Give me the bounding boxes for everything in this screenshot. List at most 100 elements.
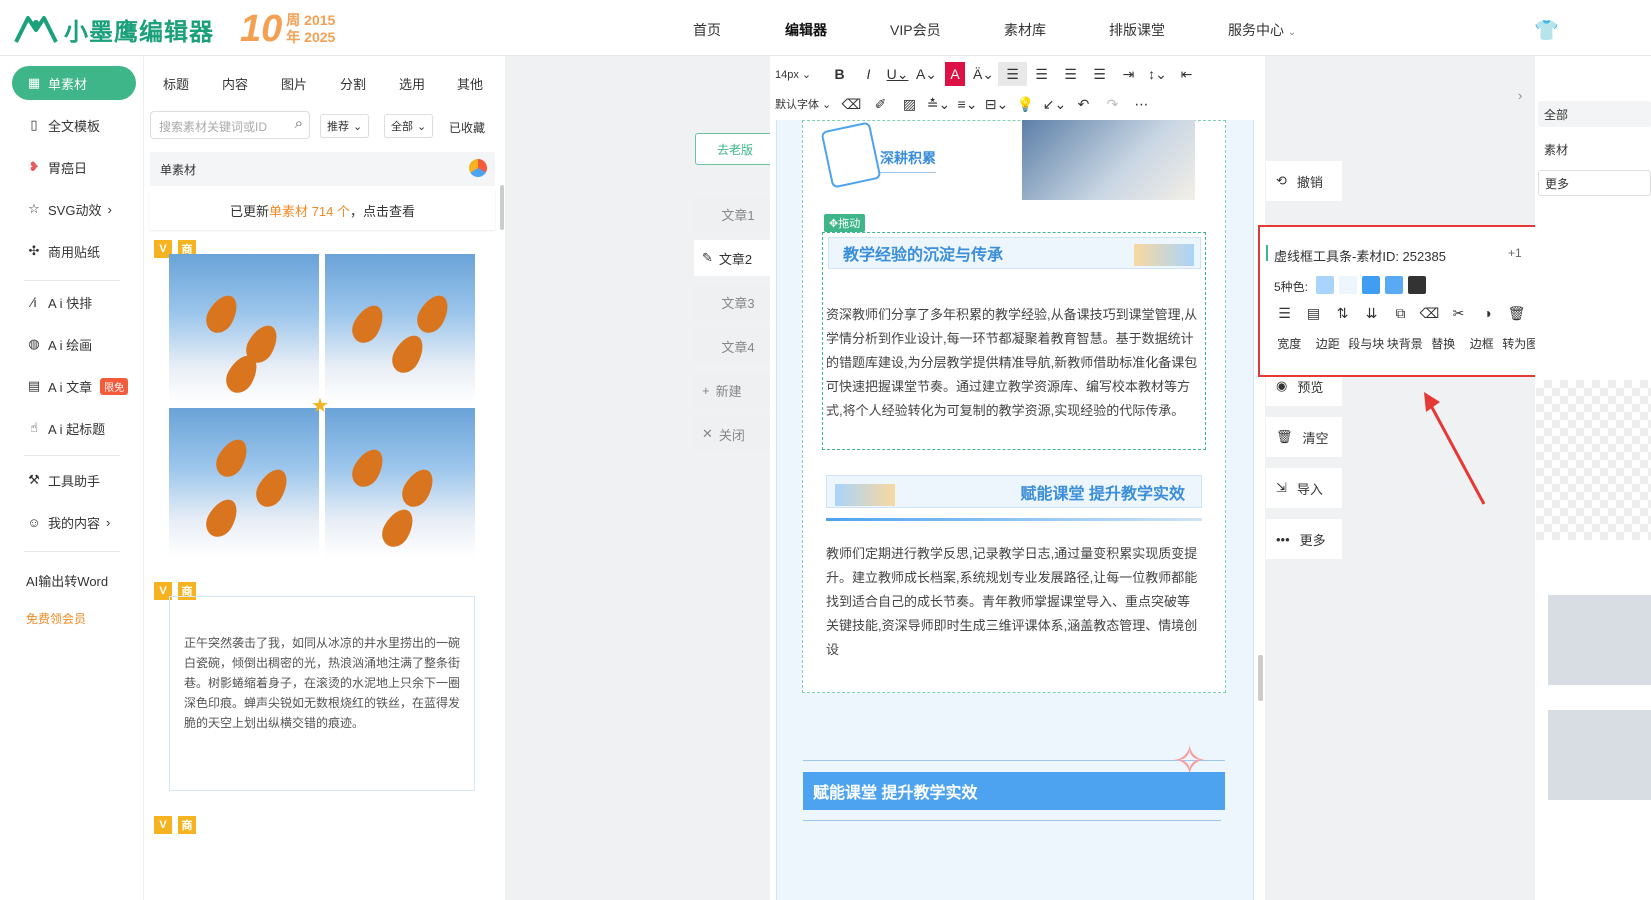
sort-dropdown[interactable]: 推荐 ⌄ <box>320 114 370 138</box>
sidebar-item-svg-motion[interactable]: ☆ SVG动效 › <box>12 194 136 224</box>
undo-button[interactable]: ⟲ 撤销 <box>1266 161 1342 201</box>
color-swatch[interactable] <box>1385 276 1403 294</box>
material-card-partial[interactable]: V 商 <box>150 812 495 900</box>
exit-icon[interactable]: ⇤ <box>1172 62 1201 86</box>
indent-icon[interactable]: ⇥ <box>1114 62 1143 86</box>
highlight-icon[interactable]: A <box>945 62 965 86</box>
right-tag-materials[interactable]: 素材 <box>1538 136 1651 162</box>
thumbnail[interactable] <box>1548 710 1651 800</box>
tab-image[interactable]: 图片 <box>281 74 307 93</box>
panel-scrollbar[interactable] <box>500 185 504 230</box>
thumbnail[interactable] <box>1548 595 1651 685</box>
align-right-icon[interactable]: ☰ <box>1056 62 1085 86</box>
eraser-icon[interactable]: ⌫ <box>1415 305 1444 322</box>
import-button[interactable]: ⇲ 导入 <box>1266 468 1342 508</box>
color-swatch[interactable] <box>1408 276 1426 294</box>
text-effect-icon[interactable]: Ä⌄ <box>969 62 998 86</box>
spacing-icon[interactable]: ≛⌄ <box>924 92 953 116</box>
search-icon[interactable]: ⌕ <box>295 115 303 132</box>
tool-border[interactable]: 边框 <box>1463 335 1502 352</box>
nav-service[interactable]: 服务中心 ⌄ <box>1228 20 1296 40</box>
italic-icon[interactable]: I <box>854 62 883 86</box>
format-brush-icon[interactable]: ✐ <box>866 92 895 116</box>
clear-button[interactable]: 🗑 清空 <box>1266 417 1342 457</box>
paragraph-to-block-icon[interactable]: ⇅ <box>1328 305 1357 322</box>
scissors-icon[interactable]: ✂ <box>1444 305 1473 322</box>
sidebar-item-ai-article[interactable]: ▤ A i 文章 限免 <box>12 371 136 401</box>
right-tag-more[interactable]: 更多 <box>1538 170 1651 196</box>
image-icon[interactable]: ▨ <box>895 92 924 116</box>
doc-tab-4[interactable]: 文章4 <box>694 328 774 364</box>
update-notice[interactable]: 已更新 单素材 714 个，点击查看 <box>150 190 495 230</box>
color-wheel-icon[interactable] <box>469 159 487 177</box>
font-family-select[interactable]: 默认字体 ⌄ <box>775 96 837 112</box>
tab-other[interactable]: 其他 <box>457 74 483 93</box>
eraser-icon[interactable]: ⌫ <box>837 92 866 116</box>
divider-icon[interactable]: ⊟⌄ <box>982 92 1011 116</box>
close-doc-button[interactable]: ✕ 关闭 <box>694 416 774 452</box>
doc-tab-2[interactable]: ✎ 文章2 <box>694 240 774 276</box>
tool-margin[interactable]: 边距 <box>1309 335 1348 352</box>
align-justify-icon[interactable]: ☰ <box>1085 62 1114 86</box>
sidebar-item-ai-layout[interactable]: ∕i A i 快排 <box>12 287 136 317</box>
logo[interactable]: 小墨鹰编辑器 <box>14 14 214 46</box>
free-vip-link[interactable]: 免费领会员 <box>12 603 136 633</box>
new-doc-button[interactable]: + 新建 <box>694 372 774 408</box>
material-search-input[interactable]: 搜索素材关键词或ID ⌕ <box>150 111 310 139</box>
tool-width[interactable]: 宽度 <box>1270 335 1309 352</box>
sidebar-item-ai-title[interactable]: ☝ A i 起标题 <box>12 413 136 443</box>
tool-replace[interactable]: 替换 <box>1424 335 1463 352</box>
more-button[interactable]: ••• 更多 <box>1266 519 1342 559</box>
list-icon[interactable]: ≡⌄ <box>953 92 982 116</box>
sidebar-item-single-material[interactable]: ▦ 单素材 <box>12 66 136 100</box>
sidebar-item-tools[interactable]: ⚒ 工具助手 <box>12 465 136 495</box>
tab-divider[interactable]: 分割 <box>340 74 366 93</box>
nav-materials[interactable]: 素材库 <box>1004 20 1046 40</box>
right-tag-all[interactable]: 全部 <box>1538 101 1651 127</box>
color-swatch[interactable] <box>1339 276 1357 294</box>
margin-icon[interactable]: ▤ <box>1299 305 1328 322</box>
more-icon[interactable]: ⋯ <box>1127 92 1156 116</box>
nav-layout-class[interactable]: 排版课堂 <box>1109 20 1165 40</box>
width-icon[interactable]: ☰ <box>1270 305 1299 322</box>
redo-icon[interactable]: ↷ <box>1098 92 1127 116</box>
color-swatch[interactable] <box>1316 276 1334 294</box>
sidebar-item-stomach-cancer-day[interactable]: ❥ 胃癌日 <box>12 152 136 182</box>
shirt-icon[interactable]: 👕 <box>1534 18 1559 43</box>
category-dropdown[interactable]: 全部 ⌄ <box>384 114 434 138</box>
cursor-icon[interactable]: ↙⌄ <box>1040 92 1069 116</box>
old-version-button[interactable]: 去老版 <box>695 133 775 165</box>
drag-handle[interactable]: ✥拖动 <box>824 214 866 232</box>
undo-icon[interactable]: ↶ <box>1069 92 1098 116</box>
nav-home[interactable]: 首页 <box>693 20 721 40</box>
contrast-icon[interactable]: ◑ <box>1473 305 1502 322</box>
favorites-link[interactable]: 已收藏 <box>449 119 485 136</box>
tab-selected[interactable]: 选用 <box>399 74 425 93</box>
chevron-right-icon[interactable]: › <box>1518 88 1522 103</box>
line-height-icon[interactable]: ↕⌄ <box>1143 62 1172 86</box>
font-color-icon[interactable]: A⌄ <box>912 62 941 86</box>
tool-block-bg[interactable]: 块背景 <box>1386 335 1425 352</box>
sidebar-item-stickers[interactable]: ✣ 商用贴纸 <box>12 236 136 266</box>
nav-vip[interactable]: VIP会员 <box>890 20 941 40</box>
align-left-icon[interactable]: ☰ <box>998 62 1027 86</box>
doc-tab-1[interactable]: 文章1 <box>694 196 774 232</box>
sidebar-item-my-content[interactable]: ☺ 我的内容 › <box>12 507 136 537</box>
material-card-image[interactable]: V 商 ★ <box>150 238 495 568</box>
align-center-icon[interactable]: ☰ <box>1027 62 1056 86</box>
section2-paragraph[interactable]: 教师们定期进行教学反思,记录教学日志,通过量变积累实现质变提升。建立教师成长档案… <box>826 542 1202 662</box>
font-size-select[interactable]: 14px ⌄ <box>775 68 825 81</box>
color-swatch[interactable] <box>1362 276 1380 294</box>
tool-para-to-block[interactable]: 段与块 <box>1347 335 1386 352</box>
block-background-icon[interactable]: ⇊ <box>1357 305 1386 322</box>
doc-tab-3[interactable]: 文章3 <box>694 284 774 320</box>
delete-icon[interactable]: 🗑 <box>1502 305 1531 322</box>
replace-icon[interactable]: ⧉ <box>1386 305 1415 322</box>
material-card-text[interactable]: V 商 正午突然袭击了我，如同从冰凉的井水里捞出的一碗白瓷碗，倾倒出稠密的光，热… <box>150 578 495 806</box>
nav-editor[interactable]: 编辑器 <box>785 20 827 40</box>
editor-scrollbar[interactable] <box>1258 655 1263 701</box>
section1-paragraph[interactable]: 资深教师们分享了多年积累的教学经验,从备课技巧到课堂管理,从学情分析到作业设计,… <box>826 303 1202 423</box>
bold-icon[interactable]: B <box>825 62 854 86</box>
sidebar-item-ai-paint[interactable]: ◍ A i 绘画 <box>12 329 136 359</box>
bulb-icon[interactable]: 💡 <box>1011 92 1040 116</box>
